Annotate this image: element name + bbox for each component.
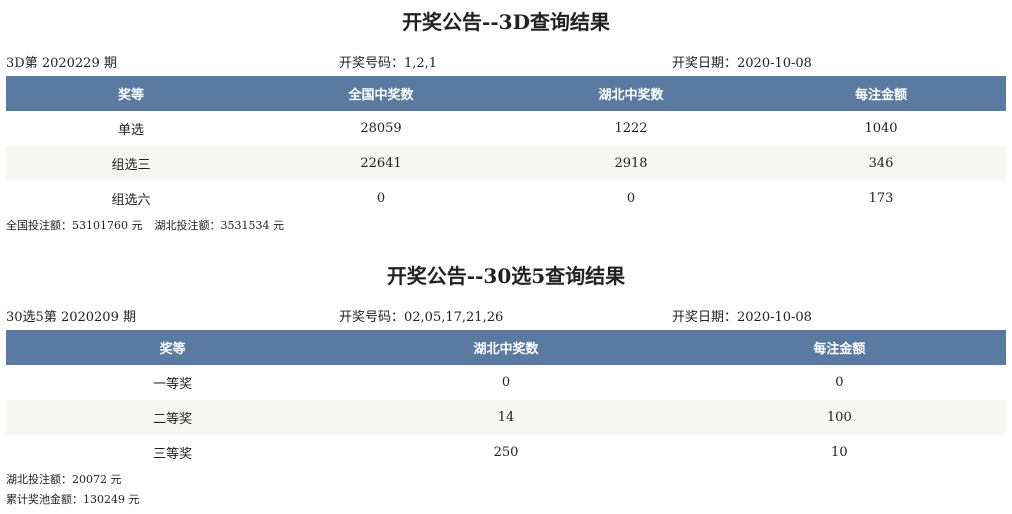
- hubei-winners-cell: 2918: [506, 146, 756, 181]
- column-header: 全国中奖数: [256, 76, 506, 111]
- prize-level-cell: 组选三: [6, 146, 256, 181]
- prize-level-cell: 单选: [117, 123, 144, 138]
- hubei-winners-cell: 250: [493, 445, 519, 460]
- national-bet-total: 全国投注额：53101760 元: [6, 219, 143, 232]
- prize-amount-cell: 10: [831, 445, 848, 460]
- table-header-row: 奖等 全国中奖数 湖北中奖数 每注金额: [6, 76, 1006, 111]
- table-row: 一等奖 0 0: [6, 365, 1006, 400]
- table-row: 三等奖 250 10: [6, 435, 1006, 470]
- draw-info-3d: 3D第 2020229 期 开奖号码：1,2,1 开奖日期：2020-10-08: [6, 44, 1006, 76]
- national-winners-cell: 28059: [360, 121, 402, 136]
- hubei-winners-cell: 14: [339, 400, 673, 435]
- bet-summary-3d: 全国投注额：53101760 元湖北投注额：3531534 元: [6, 216, 1006, 236]
- table-row: 二等奖 14 100: [6, 400, 1006, 435]
- draw-date: 开奖日期：2020-10-08: [672, 56, 812, 71]
- table-row: 单选 28059 1222 1040: [6, 111, 1006, 146]
- table-header-row: 奖等 湖北中奖数 每注金额: [6, 330, 1006, 365]
- prize-amount-cell: 173: [868, 191, 894, 206]
- prize-level-cell: 二等奖: [6, 400, 340, 435]
- national-winners-cell: 22641: [256, 146, 506, 181]
- results-table-3d: 奖等 全国中奖数 湖北中奖数 每注金额 单选 28059 1222 1040 组…: [6, 76, 1006, 216]
- page-title-3d: 开奖公告--3D查询结果: [402, 10, 610, 34]
- prize-amount-cell: 0: [835, 375, 844, 390]
- prize-amount-cell: 346: [756, 146, 1006, 181]
- hubei-winners-cell: 1222: [614, 121, 648, 136]
- issue-number: 30选5第 2020209 期: [6, 310, 136, 325]
- hubei-winners-cell: 0: [501, 375, 511, 390]
- column-header: 奖等: [6, 76, 256, 111]
- prize-level-cell: 组选六: [111, 193, 151, 208]
- prize-amount-cell: 100: [672, 400, 1006, 435]
- column-header: 湖北中奖数: [506, 76, 756, 111]
- prize-level-cell: 一等奖: [153, 377, 193, 392]
- results-table-30x5: 奖等 湖北中奖数 每注金额 一等奖 0 0 二等奖 14 100 三等奖 250…: [6, 330, 1006, 470]
- draw-date: 开奖日期：2020-10-08: [672, 310, 812, 325]
- draw-info-30x5: 30选5第 2020209 期 开奖号码：02,05,17,21,26 开奖日期…: [6, 298, 1006, 330]
- section-3d: 开奖公告--3D查询结果 3D第 2020229 期 开奖号码：1,2,1 开奖…: [6, 0, 1006, 236]
- section-30x5: 开奖公告--30选5查询结果 30选5第 2020209 期 开奖号码：02,0…: [6, 254, 1006, 510]
- column-header: 每注金额: [672, 330, 1006, 365]
- hubei-winners-cell: 0: [626, 191, 636, 206]
- column-header: 奖等: [6, 330, 340, 365]
- table-row: 组选六 0 0 173: [6, 181, 1006, 216]
- hubei-bet-total: 湖北投注额：20072 元: [6, 473, 122, 486]
- winning-numbers: 开奖号码：1,2,1: [339, 56, 438, 71]
- issue-number: 3D第 2020229 期: [6, 56, 117, 71]
- page-title-30x5: 开奖公告--30选5查询结果: [386, 264, 626, 288]
- prize-amount-cell: 1040: [864, 121, 898, 136]
- column-header: 湖北中奖数: [339, 330, 673, 365]
- jackpot-pool-total: 累计奖池金额：130249 元: [6, 493, 140, 506]
- prize-level-cell: 三等奖: [153, 447, 193, 462]
- winning-numbers: 开奖号码：02,05,17,21,26: [339, 310, 504, 325]
- hubei-bet-total: 湖北投注额：3531534 元: [154, 219, 284, 232]
- column-header: 每注金额: [756, 76, 1006, 111]
- table-row: 组选三 22641 2918 346: [6, 146, 1006, 181]
- national-winners-cell: 0: [376, 191, 386, 206]
